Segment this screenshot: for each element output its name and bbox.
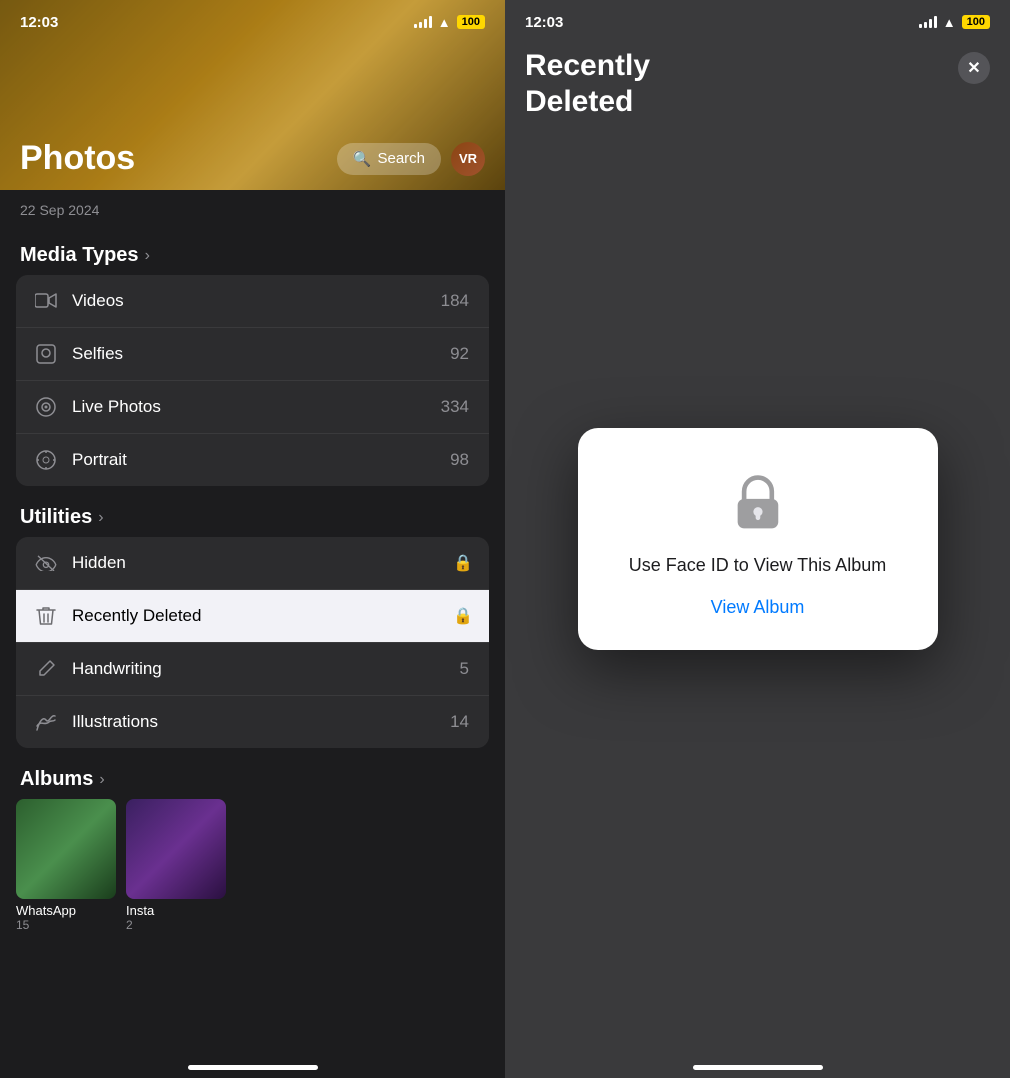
albums-header[interactable]: Albums › [0,748,505,799]
left-home-indicator [188,1065,318,1070]
item-label: Live Photos [72,397,441,417]
battery-icon: 100 [457,15,485,29]
header-actions: 🔍 Search VR [337,142,485,176]
eye-slash-icon [32,549,60,577]
list-item[interactable]: Hidden 🔒 [16,537,489,590]
album-thumbnail [16,799,116,899]
left-status-bar: 12:03 ▲ 100 [0,0,505,44]
album-name: WhatsApp [16,903,116,918]
lock-icon: 🔒 [453,553,473,573]
utilities-chevron: › [98,509,103,527]
album-thumbnail [126,799,226,899]
date-text: 22 Sep 2024 [20,202,99,218]
view-album-label: View Album [711,597,805,617]
albums-chevron: › [99,771,104,789]
header-photo-bg: 12:03 ▲ 100 Photos 🔍 Search [0,0,505,190]
list-item[interactable]: Selfies 92 [16,328,489,381]
album-info: Insta 2 [126,903,226,932]
left-status-icons: ▲ 100 [414,15,485,30]
item-label: Portrait [72,450,450,470]
item-label: Recently Deleted [72,606,453,626]
face-id-modal: Use Face ID to View This Album View Albu… [578,428,938,650]
album-info: WhatsApp 15 [16,903,116,932]
avatar-button[interactable]: VR [451,142,485,176]
recently-deleted-item[interactable]: Recently Deleted 🔒 [16,590,489,643]
lock-icon: 🔒 [453,606,473,626]
album-item[interactable]: WhatsApp 15 [16,799,116,932]
selfie-icon [32,340,60,368]
album-count: 15 [16,918,116,932]
list-item[interactable]: Portrait 98 [16,434,489,486]
album-count: 2 [126,918,226,932]
pencil-icon [32,655,60,683]
media-types-header[interactable]: Media Types › [0,224,505,275]
left-panel: 12:03 ▲ 100 Photos 🔍 Search [0,0,505,1078]
view-album-button[interactable]: View Album [711,593,805,622]
left-time: 12:03 [20,14,58,31]
portrait-icon [32,446,60,474]
albums-grid: WhatsApp 15 Insta 2 [0,799,505,932]
right-panel: 12:03 ▲ 100 Recently Deleted ✕ [505,0,1010,1078]
album-name: Insta [126,903,226,918]
left-scroll-content: 22 Sep 2024 Media Types › Videos 184 [0,190,505,1078]
media-types-chevron: › [145,247,150,265]
utilities-header[interactable]: Utilities › [0,486,505,537]
item-label: Selfies [72,344,450,364]
item-count: 92 [450,344,469,364]
item-count: 98 [450,450,469,470]
item-label: Handwriting [72,659,460,679]
search-icon: 🔍 [353,150,372,168]
face-id-text: Use Face ID to View This Album [629,554,886,577]
item-count: 334 [441,397,469,417]
video-icon [32,287,60,315]
photos-title: Photos [20,139,135,178]
item-count: 14 [450,712,469,732]
media-types-title: Media Types [20,244,139,267]
live-photo-icon [32,393,60,421]
trash-icon [32,602,60,630]
list-item[interactable]: Videos 184 [16,275,489,328]
albums-title: Albums [20,768,93,791]
illustration-icon [32,708,60,736]
lock-icon [730,473,785,533]
face-id-overlay: Use Face ID to View This Album View Albu… [505,0,1010,1078]
wifi-icon: ▲ [438,15,451,30]
utilities-title: Utilities [20,506,92,529]
search-label: Search [377,150,425,167]
item-label: Hidden [72,553,453,573]
signal-icon [414,16,432,28]
header-title-row: Photos 🔍 Search VR [0,139,505,178]
lock-icon-container [723,468,793,538]
list-item[interactable]: Live Photos 334 [16,381,489,434]
item-label: Illustrations [72,712,450,732]
album-item[interactable]: Insta 2 [126,799,226,932]
media-types-list: Videos 184 Selfies 92 [16,275,489,486]
item-label: Videos [72,291,441,311]
list-item[interactable]: Handwriting 5 [16,643,489,696]
date-row: 22 Sep 2024 [0,190,505,224]
avatar-label: VR [459,151,477,166]
utilities-list: Hidden 🔒 Recently Deleted 🔒 [16,537,489,748]
list-item[interactable]: Illustrations 14 [16,696,489,748]
item-count: 5 [460,659,469,679]
search-button[interactable]: 🔍 Search [337,143,441,175]
item-count: 184 [441,291,469,311]
